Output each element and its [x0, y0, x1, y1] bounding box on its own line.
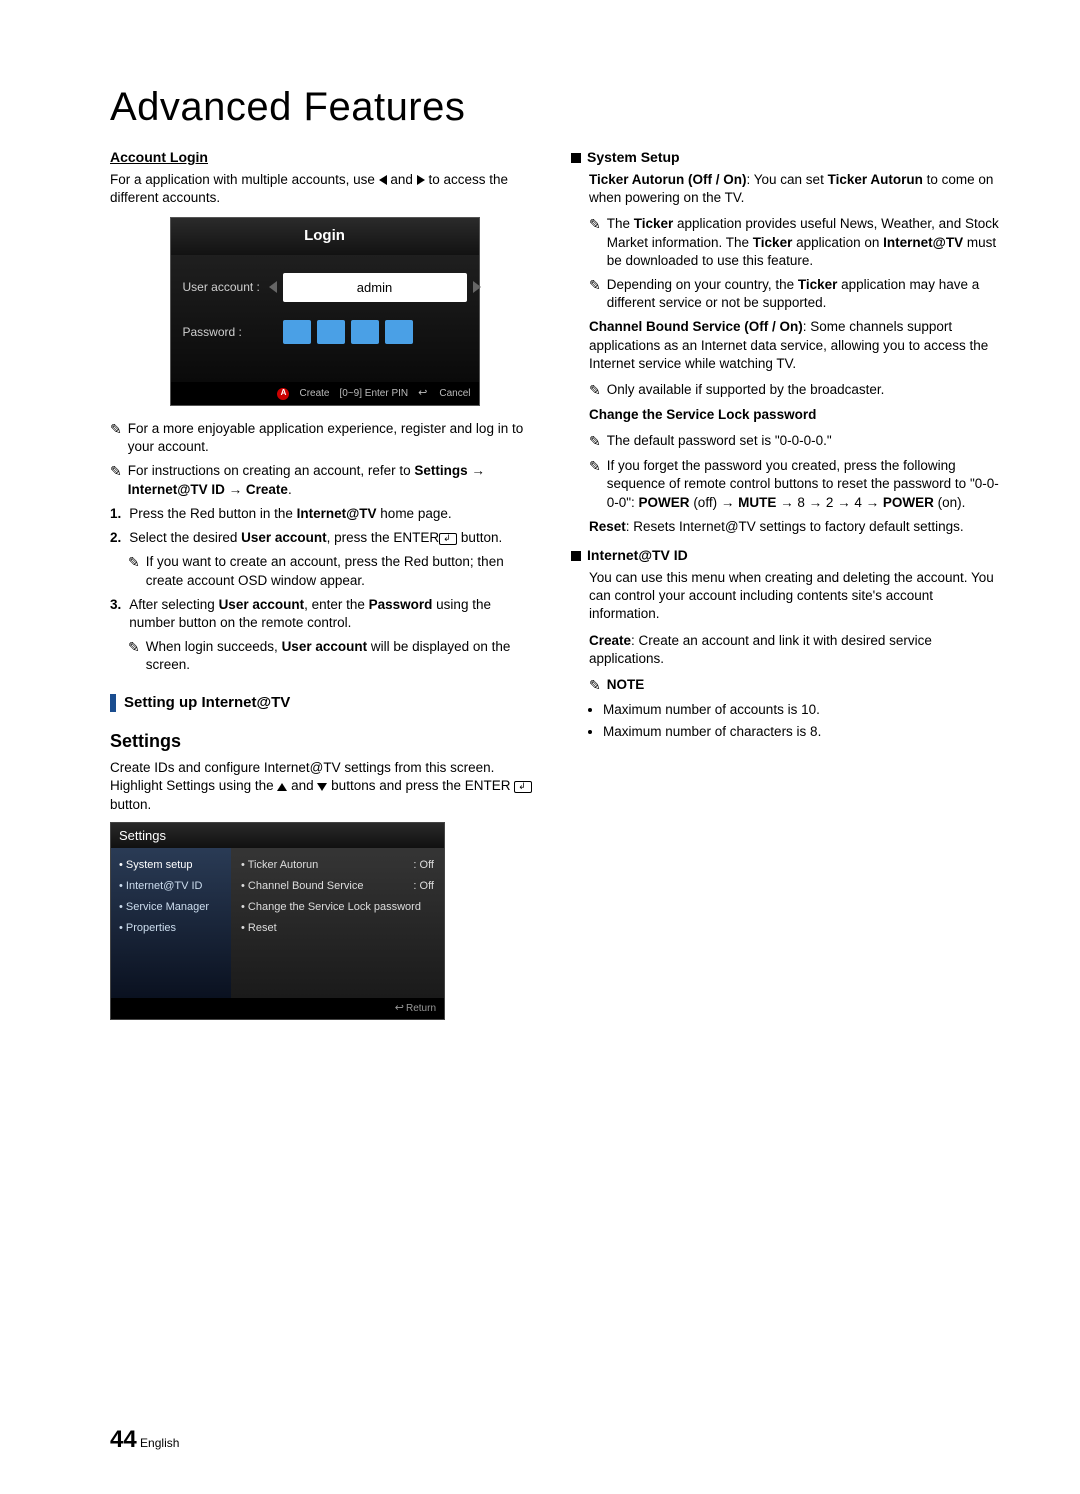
text: For instructions on creating an account,… [128, 463, 415, 478]
step-text: Select the desired User account, press t… [129, 529, 502, 547]
step-number: 3. [110, 596, 121, 632]
right-column: System Setup Ticker Autorun (Off / On): … [571, 148, 1000, 1020]
note-icon [110, 420, 122, 456]
password-label: Password : [183, 324, 283, 340]
footer-cancel-label: Cancel [439, 387, 470, 401]
note-text: Only available if supported by the broad… [607, 381, 885, 400]
settings-heading: Settings [110, 729, 539, 753]
channel-bound-service-desc: Channel Bound Service (Off / On): Some c… [571, 318, 1000, 373]
left-arrow-icon [379, 175, 387, 185]
step-1: 1. Press the Red button in the Internet@… [110, 505, 539, 523]
note-text: When login succeeds, User account will b… [146, 638, 539, 674]
user-account-selector[interactable]: admin [283, 273, 467, 303]
up-arrow-icon [277, 783, 287, 791]
note-text: For a more enjoyable application experie… [128, 420, 539, 456]
return-icon [418, 386, 429, 401]
menu-item-service-manager[interactable]: • Service Manager [119, 900, 223, 915]
reset-desc: Reset: Resets Internet@TV settings to fa… [571, 518, 1000, 536]
settings-footer: Return [111, 998, 444, 1019]
settings-panel-header: Settings [111, 823, 444, 849]
menu-item-properties[interactable]: • Properties [119, 921, 223, 936]
step-2: 2. Select the desired User account, pres… [110, 529, 539, 547]
login-footer: A Create [0~9] Enter PIN Cancel [171, 382, 479, 405]
page-footer: 44 English [110, 1426, 179, 1454]
right-arrow-icon [417, 175, 425, 185]
step-text: After selecting User account, enter the … [129, 596, 539, 632]
note-text: If you forget the password you created, … [607, 457, 1000, 512]
enter-icon [514, 781, 532, 793]
list-item: Maximum number of accounts is 10. [603, 701, 1000, 719]
step-number: 2. [110, 529, 121, 547]
footer-pin-label: [0~9] Enter PIN [339, 387, 408, 401]
section-label: Setting up Internet@TV [124, 693, 290, 713]
login-panel: Login User account : admin Password : [170, 217, 480, 406]
section-setting-up-internet-tv: Setting up Internet@TV [110, 693, 539, 713]
pin-digit[interactable] [317, 320, 345, 344]
footer-create-label: Create [299, 387, 329, 401]
note-icon [128, 638, 140, 674]
down-arrow-icon [317, 783, 327, 791]
list-item: Maximum number of characters is 8. [603, 723, 1000, 741]
text: and [390, 172, 416, 187]
pin-digit[interactable] [283, 320, 311, 344]
note-icon [110, 462, 122, 498]
login-panel-title: Login [171, 218, 479, 254]
note-icon [589, 676, 601, 695]
chevron-left-icon[interactable] [269, 281, 277, 293]
square-bullet-icon [571, 153, 581, 163]
note-text: The Ticker application provides useful N… [607, 215, 1000, 270]
note-icon [589, 381, 601, 400]
setting-change-service-lock-password[interactable]: • Change the Service Lock password [241, 900, 434, 915]
page-language: English [140, 1436, 179, 1450]
note-icon [589, 432, 601, 451]
note-text: For instructions on creating an account,… [128, 462, 539, 498]
menu-item-system-setup[interactable]: • System setup [119, 858, 223, 873]
pin-digit[interactable] [385, 320, 413, 344]
text: . [288, 482, 292, 497]
square-bullet-icon [571, 551, 581, 561]
user-account-value: admin [357, 280, 392, 295]
note-icon [589, 276, 601, 312]
settings-intro: Create IDs and configure Internet@TV set… [110, 759, 539, 814]
page-title: Advanced Features [110, 85, 1000, 130]
account-login-text: For a application with multiple accounts… [110, 171, 539, 207]
text: For a application with multiple accounts… [110, 172, 379, 187]
return-label: Return [406, 1003, 436, 1014]
note-text: The default password set is "0-0-0-0." [607, 432, 832, 451]
left-column: Account Login For a application with mul… [110, 148, 539, 1020]
create-desc: Create: Create an account and link it wi… [571, 632, 1000, 668]
step-text: Press the Red button in the Internet@TV … [129, 505, 451, 523]
note-icon [589, 215, 601, 270]
password-input[interactable] [283, 320, 413, 344]
chevron-right-icon[interactable] [473, 281, 481, 293]
setting-ticker-autorun[interactable]: • Ticker Autorun: Off [241, 858, 434, 873]
note-text: If you want to create an account, press … [146, 553, 539, 589]
settings-panel: Settings • System setup • Internet@TV ID… [110, 822, 445, 1020]
enter-icon [439, 533, 457, 545]
red-button-icon: A [277, 388, 289, 400]
note-bullet-list: Maximum number of accounts is 10. Maximu… [571, 701, 1000, 741]
step-3: 3. After selecting User account, enter t… [110, 596, 539, 632]
setting-reset[interactable]: • Reset [241, 921, 434, 936]
internet-tv-id-desc: You can use this menu when creating and … [571, 569, 1000, 624]
internet-tv-id-heading: Internet@TV ID [571, 546, 1000, 565]
settings-left-menu[interactable]: • System setup • Internet@TV ID • Servic… [111, 848, 231, 998]
note-label: NOTE [607, 676, 645, 695]
change-password-heading: Change the Service Lock password [571, 406, 1000, 424]
ticker-autorun-desc: Ticker Autorun (Off / On): You can set T… [571, 171, 1000, 207]
step-number: 1. [110, 505, 121, 523]
note-text: Depending on your country, the Ticker ap… [607, 276, 1000, 312]
settings-right-pane: • Ticker Autorun: Off • Channel Bound Se… [231, 848, 444, 998]
return-icon [395, 1003, 406, 1014]
setting-channel-bound-service[interactable]: • Channel Bound Service: Off [241, 879, 434, 894]
note-icon [589, 457, 601, 512]
account-login-heading: Account Login [110, 148, 539, 167]
page-number: 44 [110, 1426, 137, 1453]
system-setup-heading: System Setup [571, 148, 1000, 167]
note-icon [128, 553, 140, 589]
user-account-label: User account : [183, 279, 283, 295]
pin-digit[interactable] [351, 320, 379, 344]
menu-item-internet-tv-id[interactable]: • Internet@TV ID [119, 879, 223, 894]
